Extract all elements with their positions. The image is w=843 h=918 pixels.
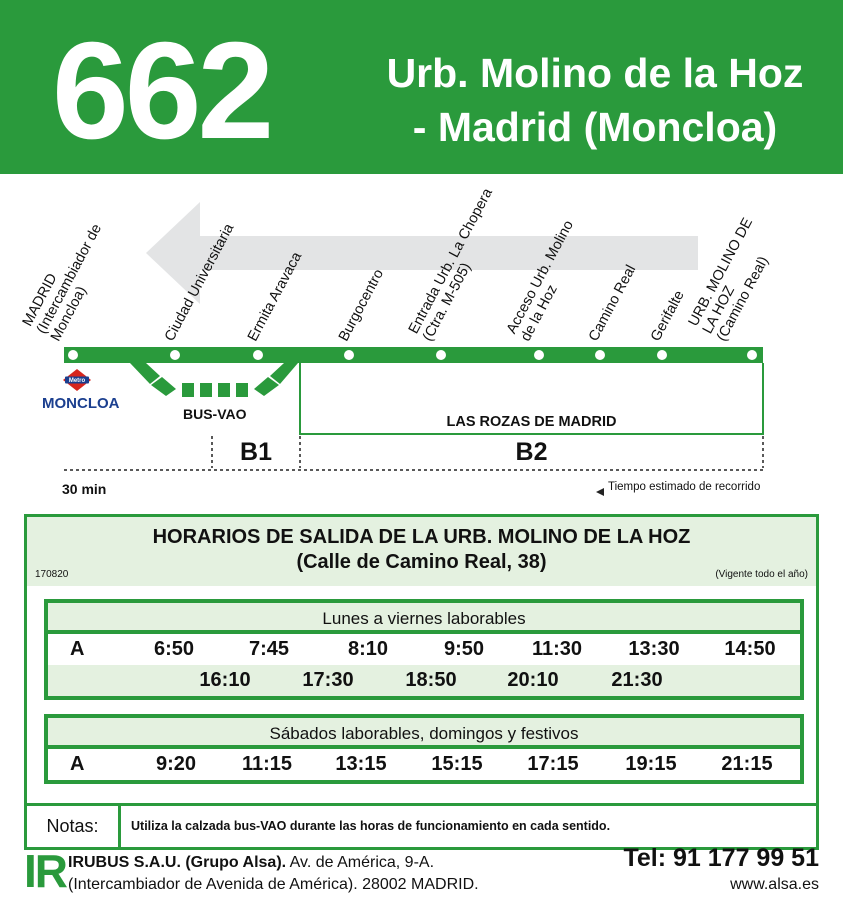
zone-b2-label: B2 xyxy=(515,438,548,466)
departure-time: 16:10 xyxy=(199,669,251,691)
timetable-code: 170820 xyxy=(35,569,69,580)
departure-time: 14:50 xyxy=(724,638,776,660)
timetable-panel: HORARIOS DE SALIDA DE LA URB. MOLINO DE … xyxy=(24,514,819,850)
route-title-line1: Urb. Molino de la Hoz xyxy=(386,50,804,96)
departure-time: 11:30 xyxy=(531,638,583,660)
departure-time: 7:45 xyxy=(248,638,290,660)
timetable-title-line2: (Calle de Camino Real, 38) xyxy=(296,551,547,573)
stop-dot xyxy=(595,350,605,360)
departure-time: 11:15 xyxy=(241,753,293,775)
metro-logo-text: Metro xyxy=(69,378,86,384)
notes-text: Utiliza la calzada bus-VAO durante las h… xyxy=(131,819,611,833)
timetable-title: HORARIOS DE SALIDA DE LA URB. MOLINO DE … xyxy=(27,525,816,575)
departure-time: 15:15 xyxy=(431,753,483,775)
busvao-lane xyxy=(130,363,298,397)
weekend-schedule: Sábados laborables, domingos y festivos … xyxy=(44,714,804,784)
notes-row: Notas: Utiliza la calzada bus-VAO durant… xyxy=(27,803,816,847)
stop-dot xyxy=(747,350,757,360)
schedule-row: 16:10 17:30 18:50 20:10 21:30 xyxy=(48,665,800,696)
departure-time: 13:15 xyxy=(335,753,387,775)
municipality-label: LAS ROZAS DE MADRID xyxy=(446,414,617,430)
departure-time: 9:50 xyxy=(443,638,485,660)
metro-station-name: MONCLOA xyxy=(42,395,120,412)
departure-time: 20:10 xyxy=(507,669,559,691)
weekend-heading: Sábados laborables, domingos y festivos xyxy=(48,718,800,749)
schedules-area: Lunes a viernes laborables A 6:50 7:45 8… xyxy=(27,586,816,803)
company-info: IRUBUS S.A.U. (Grupo Alsa). Av. de Améri… xyxy=(68,852,479,896)
timetable-validity: (Vigente todo el año) xyxy=(715,569,808,580)
company-address: Av. de América, 9-A. xyxy=(289,854,435,871)
stop-dot xyxy=(344,350,354,360)
departure-time: 21:30 xyxy=(611,669,663,691)
departure-time: 17:15 xyxy=(527,753,579,775)
route-letter: A xyxy=(70,753,85,775)
company-line1: IRUBUS S.A.U. (Grupo Alsa). Av. de Améri… xyxy=(68,852,479,874)
header-banner: 662 Urb. Molino de la Hoz - Madrid (Monc… xyxy=(0,0,843,174)
route-letter: A xyxy=(70,638,85,660)
schedule-row: A 6:50 7:45 8:10 9:50 11:30 13:30 14:50 xyxy=(48,634,800,665)
departure-time: 18:50 xyxy=(405,669,457,691)
route-title-line2: - Madrid (Moncloa) xyxy=(412,104,778,150)
stop-dot xyxy=(68,350,78,360)
company-line2: (Intercambiador de Avenida de América). … xyxy=(68,876,479,893)
website-link[interactable]: www.alsa.es xyxy=(730,876,819,894)
stop-dot xyxy=(534,350,544,360)
departure-time: 6:50 xyxy=(153,638,195,660)
stop-dot xyxy=(170,350,180,360)
departure-time: 19:15 xyxy=(625,753,677,775)
stop-dot xyxy=(657,350,667,360)
departure-time: 9:20 xyxy=(155,753,197,775)
route-title: Urb. Molino de la Hoz - Madrid (Moncloa) xyxy=(360,46,830,154)
departure-time: 17:30 xyxy=(302,669,354,691)
travel-time: 30 min xyxy=(62,481,107,497)
departure-time: 13:30 xyxy=(628,638,680,660)
travel-time-caption: Tiempo estimado de recorrido xyxy=(608,481,761,493)
company-name: IRUBUS S.A.U. (Grupo Alsa). xyxy=(68,854,287,871)
zone-b1-label: B1 xyxy=(240,438,272,466)
busvao-label: BUS-VAO xyxy=(183,406,247,422)
stop-dot xyxy=(253,350,263,360)
metro-logo-icon: Metro xyxy=(63,369,91,391)
departure-time: 21:15 xyxy=(721,753,773,775)
departure-time: 8:10 xyxy=(347,638,389,660)
line-number: 662 xyxy=(52,14,274,168)
weekday-heading: Lunes a viernes laborables xyxy=(48,603,800,634)
schedule-row: A 9:20 11:15 13:15 15:15 17:15 19:15 21:… xyxy=(48,749,800,780)
timetable-title-line1: HORARIOS DE SALIDA DE LA URB. MOLINO DE … xyxy=(152,526,691,548)
stop-dot xyxy=(436,350,446,360)
operator-logo: IR xyxy=(24,845,68,897)
small-arrow-icon xyxy=(596,488,604,496)
notes-label: Notas: xyxy=(27,806,121,847)
weekday-schedule: Lunes a viernes laborables A 6:50 7:45 8… xyxy=(44,599,804,700)
phone-number[interactable]: Tel: 91 177 99 51 xyxy=(623,844,819,873)
